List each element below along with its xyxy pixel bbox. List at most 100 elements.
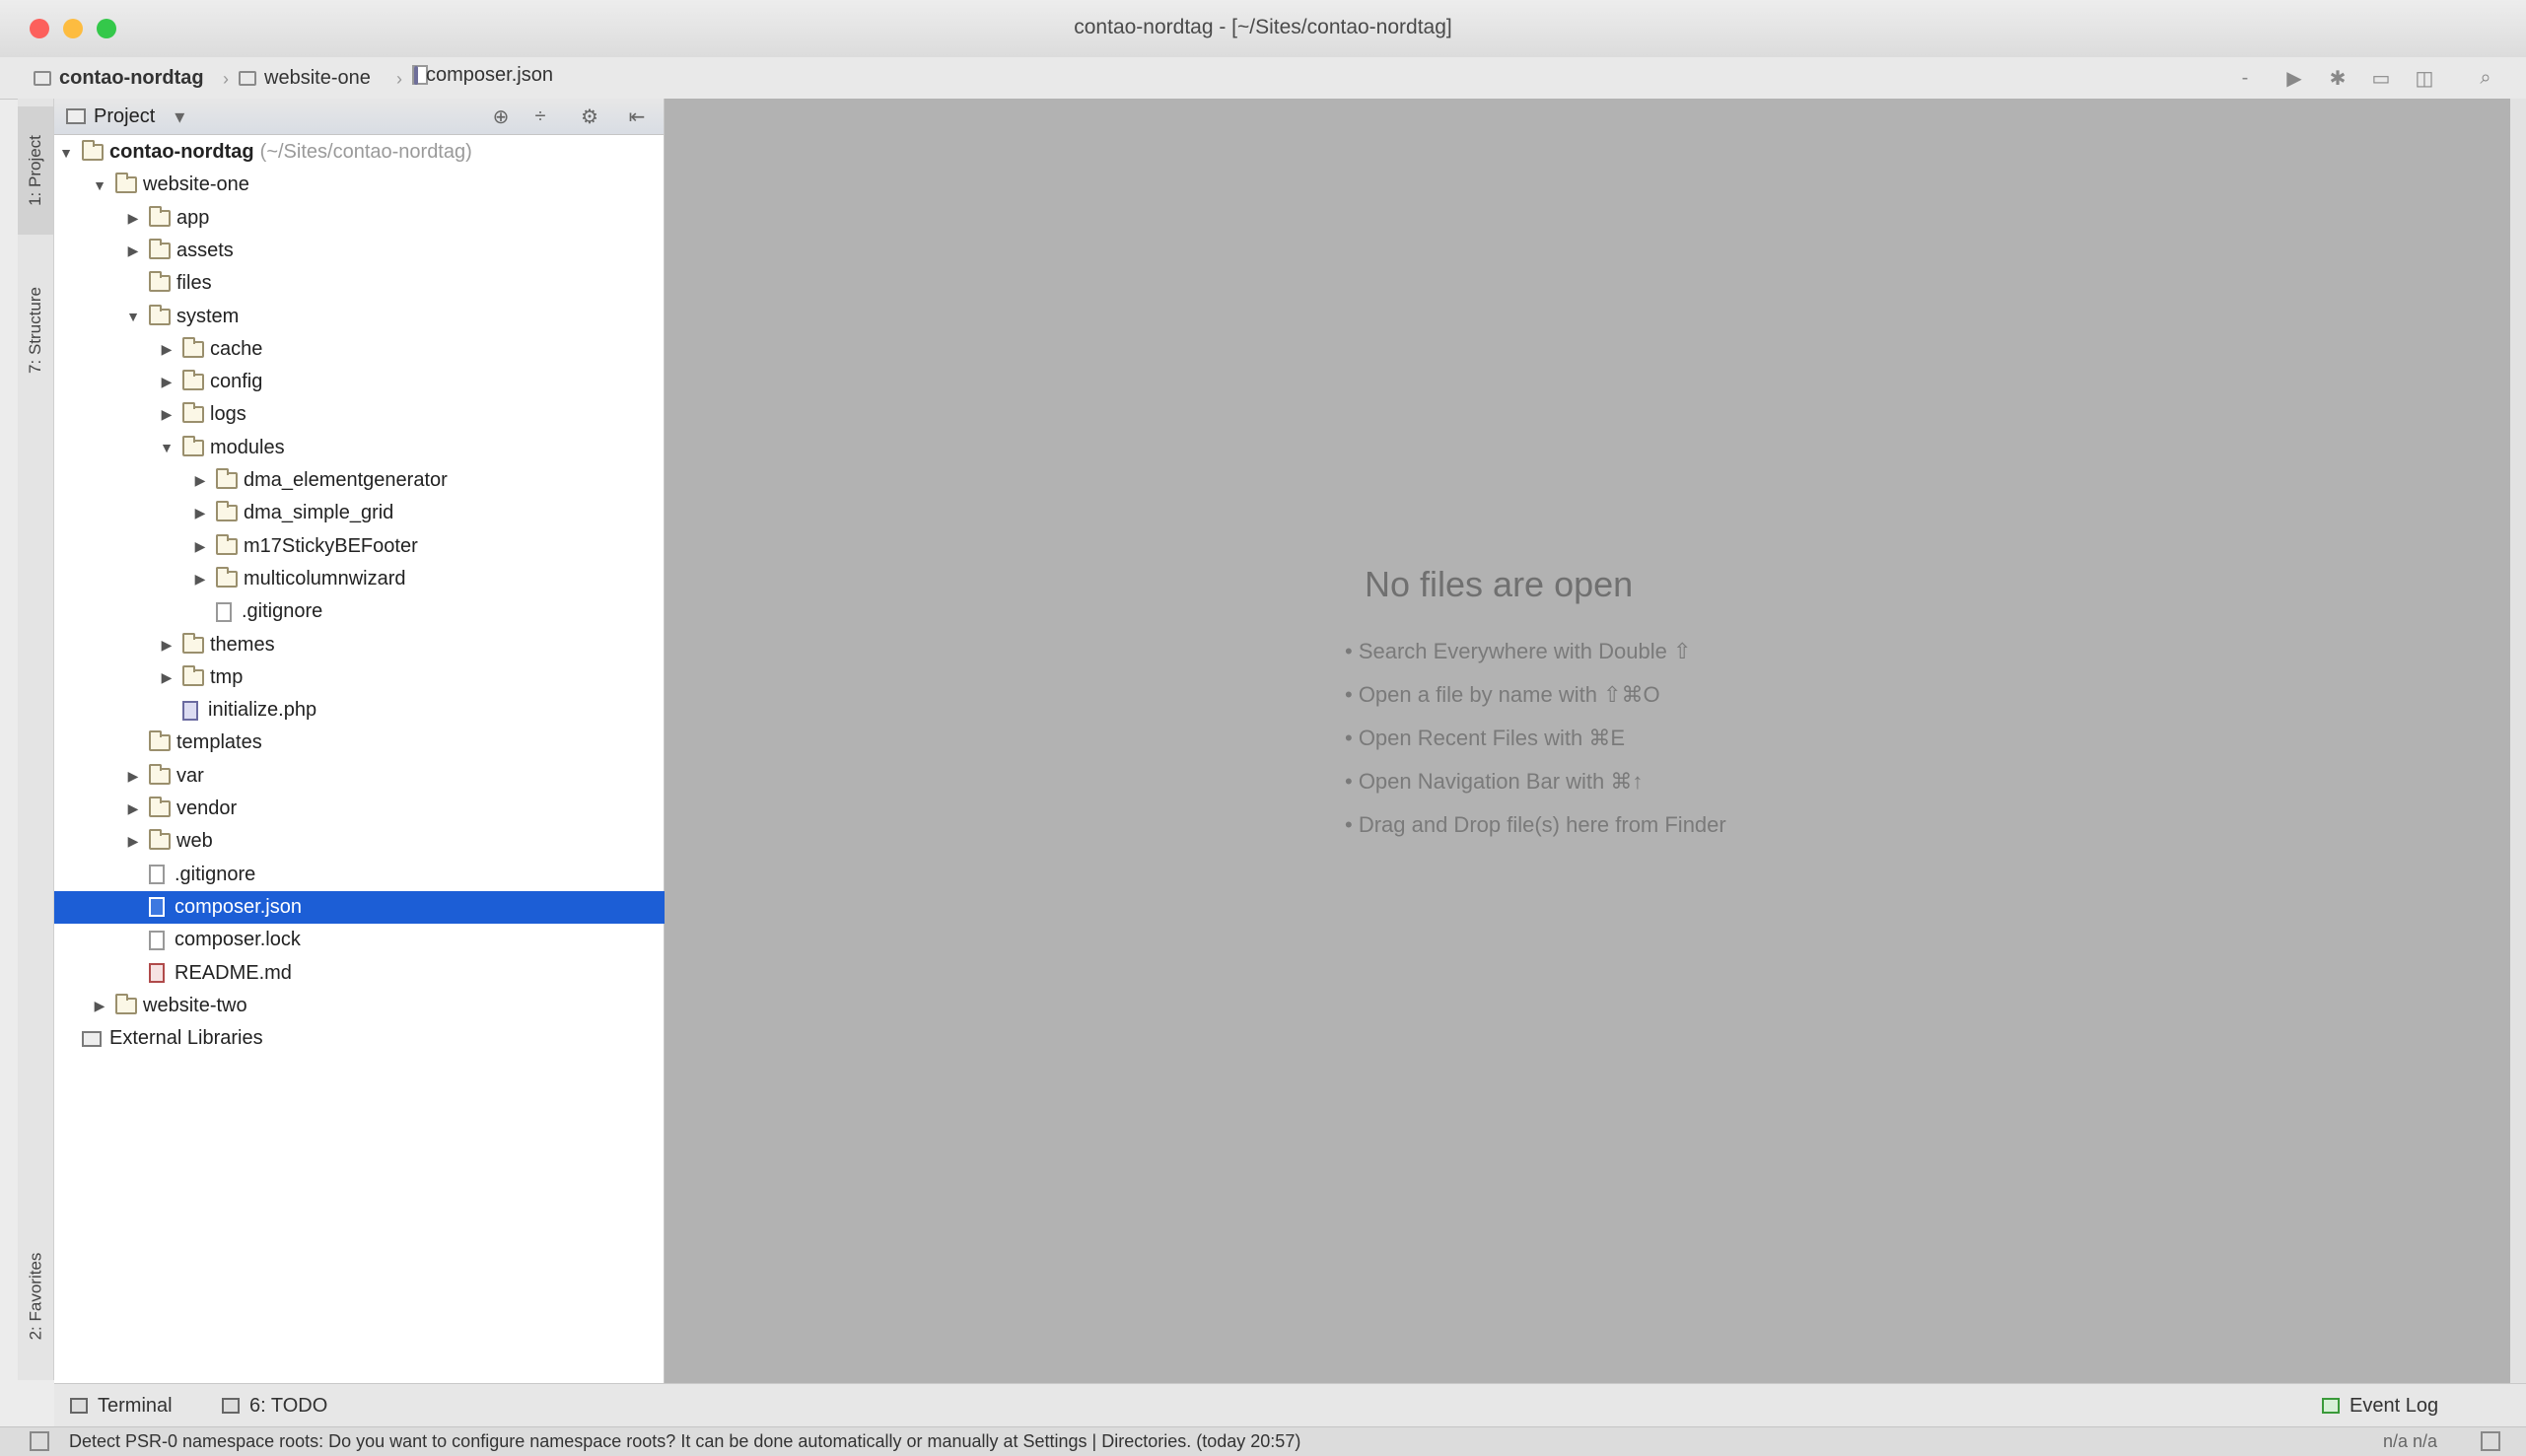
tree-item[interactable]: ▶ website-two [54, 990, 699, 1022]
php-file-icon [182, 700, 198, 721]
tab-terminal[interactable]: Terminal [70, 1392, 173, 1420]
collapsed-arrow-icon[interactable]: ▶ [123, 833, 143, 850]
tree-item-label: var [176, 764, 204, 787]
tree-item[interactable]: ▼ modules [54, 432, 766, 464]
text-file-icon [149, 865, 165, 885]
folder-icon [182, 402, 204, 424]
tree-item[interactable]: ▶ vendor [54, 793, 733, 825]
breadcrumb-composer-json[interactable]: composer.json [412, 64, 553, 86]
search-icon[interactable]: ⌕ [2471, 63, 2500, 93]
tree-item[interactable]: ▶ logs [54, 398, 766, 431]
breadcrumb-label: composer.json [426, 63, 553, 86]
collapsed-arrow-icon[interactable]: ▶ [90, 998, 109, 1014]
tree-item[interactable]: initialize.php [54, 694, 766, 727]
collapsed-arrow-icon[interactable]: ▶ [123, 243, 143, 259]
expanded-arrow-icon[interactable]: ▼ [90, 177, 109, 193]
navigation-bar: contao-nordtag › website-one › composer.… [0, 57, 2526, 100]
tree-item-label: initialize.php [208, 699, 317, 722]
hide-panel-icon[interactable]: ⇤ [624, 104, 650, 129]
collapse-all-icon[interactable]: ÷ [527, 104, 553, 129]
todo-icon [222, 1398, 240, 1414]
tree-item[interactable]: ▶ cache [54, 333, 766, 366]
tab-project[interactable]: 1: Project [18, 106, 53, 235]
tree-item[interactable]: README.md [54, 957, 733, 990]
gear-icon[interactable]: ⚙ [577, 104, 602, 129]
collapsed-arrow-icon[interactable]: ▶ [190, 538, 210, 555]
tree-item[interactable]: ▶ themes [54, 629, 766, 661]
folder-icon [149, 205, 171, 227]
folder-icon [239, 70, 256, 86]
folder-icon [149, 730, 171, 752]
project-view-selector[interactable]: Project ▾ [66, 104, 184, 129]
debug-icon[interactable]: ✱ [2323, 63, 2352, 93]
tree-item-label: multicolumnwizard [244, 567, 406, 589]
tree-item[interactable]: External Libraries [54, 1022, 666, 1055]
title-bar: contao-nordtag - [~/Sites/contao-nordtag… [0, 0, 2526, 58]
tree-item[interactable]: ▶ tmp [54, 661, 766, 694]
collapsed-arrow-icon[interactable]: ▶ [157, 341, 176, 358]
tree-item[interactable]: ▶ var [54, 760, 733, 793]
tree-item-label: dma_simple_grid [244, 502, 394, 524]
project-panel-header: Project ▾ ⊕ ÷ ⚙ ⇤ [54, 99, 664, 135]
folder-icon [216, 501, 238, 522]
tab-event-log[interactable]: Event Log [2322, 1392, 2438, 1420]
status-message[interactable]: Detect PSR-0 namespace roots: Do you wan… [69, 1431, 1300, 1452]
folder-icon [216, 468, 238, 489]
collapsed-arrow-icon[interactable]: ▶ [157, 406, 176, 423]
folder-icon [216, 566, 238, 588]
tab-favorites[interactable]: 2: Favorites [18, 1222, 53, 1370]
tree-item-label: tmp [210, 665, 244, 688]
editor-area[interactable]: No files are open • Search Everywhere wi… [665, 99, 2510, 1383]
tab-todo[interactable]: 6: TODO [222, 1392, 327, 1420]
collapsed-arrow-icon[interactable]: ▶ [157, 637, 176, 654]
stop-icon[interactable]: ◫ [2410, 63, 2439, 93]
tree-item[interactable]: files [54, 267, 733, 300]
text-file-icon [216, 601, 232, 622]
expanded-arrow-icon[interactable]: ▼ [56, 145, 76, 161]
tab-event-log-label: Event Log [2350, 1394, 2439, 1417]
tree-item[interactable]: composer.lock [54, 924, 733, 956]
tree-item[interactable]: ▶ assets [54, 235, 733, 267]
event-log-icon [2322, 1398, 2340, 1414]
inspection-icon[interactable] [2481, 1431, 2500, 1451]
tab-project-label: 1: Project [26, 135, 44, 206]
breadcrumb-label: website-one [264, 66, 371, 89]
folder-icon [149, 829, 171, 851]
tree-item[interactable]: ▼ contao-nordtag (~/Sites/contao-nordtag) [54, 136, 666, 169]
collapsed-arrow-icon[interactable]: ▶ [123, 800, 143, 817]
tool-windows-toggle-icon[interactable] [30, 1431, 49, 1451]
tree-item[interactable]: templates [54, 727, 733, 759]
tab-structure[interactable]: 7: Structure [18, 256, 53, 404]
tree-item[interactable]: ▶ app [54, 202, 733, 235]
breadcrumb-project[interactable]: contao-nordtag [34, 65, 204, 91]
run-config-dropdown-icon[interactable]: - [2230, 63, 2260, 93]
tree-item[interactable]: composer.json [54, 890, 733, 924]
collapsed-arrow-icon[interactable]: ▶ [190, 571, 210, 588]
tree-item-label: contao-nordtag [109, 141, 254, 163]
collapsed-arrow-icon[interactable]: ▶ [123, 768, 143, 785]
locate-icon[interactable]: ⊕ [488, 104, 514, 129]
tree-item[interactable]: ▶ web [54, 825, 733, 858]
tree-item-label: system [176, 305, 240, 327]
project-view-label: Project [94, 104, 156, 127]
folder-icon [182, 370, 204, 391]
coverage-icon[interactable]: ▭ [2366, 63, 2396, 93]
run-icon[interactable]: ▶ [2280, 63, 2309, 93]
json-file-icon [149, 897, 165, 918]
tree-item[interactable]: ▼ website-one [54, 169, 699, 201]
tree-item-label: config [210, 371, 263, 393]
collapsed-arrow-icon[interactable]: ▶ [157, 669, 176, 686]
expanded-arrow-icon[interactable]: ▼ [123, 309, 143, 324]
folder-icon [149, 238, 171, 259]
breadcrumb-website-one[interactable]: website-one [239, 65, 371, 91]
tree-item[interactable]: ▶ config [54, 366, 766, 398]
collapsed-arrow-icon[interactable]: ▶ [190, 472, 210, 489]
collapsed-arrow-icon[interactable]: ▶ [157, 374, 176, 390]
collapsed-arrow-icon[interactable]: ▶ [190, 505, 210, 521]
library-icon [82, 1030, 102, 1047]
tab-favorites-label: 2: Favorites [26, 1252, 44, 1341]
tree-item[interactable]: .gitignore [54, 859, 733, 891]
tree-item[interactable]: ▼ system [54, 301, 733, 333]
expanded-arrow-icon[interactable]: ▼ [157, 440, 176, 455]
collapsed-arrow-icon[interactable]: ▶ [123, 210, 143, 227]
